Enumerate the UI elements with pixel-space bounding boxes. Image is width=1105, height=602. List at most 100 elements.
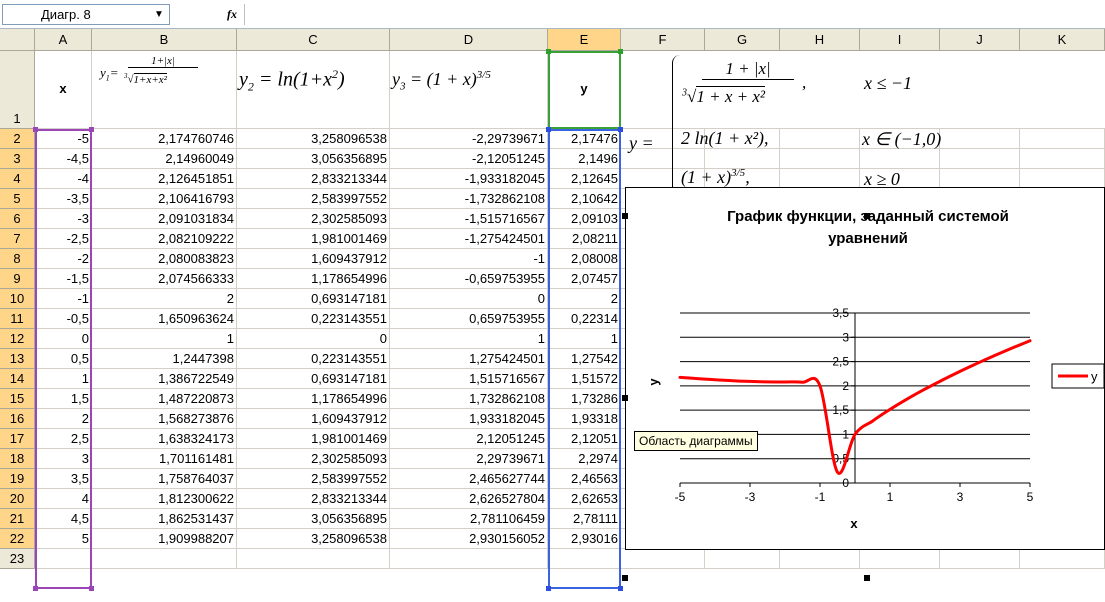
- cell-D23[interactable]: [390, 549, 548, 569]
- cell-D6[interactable]: -1,515716567: [390, 209, 548, 229]
- row-header-13[interactable]: 13: [0, 349, 35, 369]
- cell-C17[interactable]: 1,981001469: [237, 429, 390, 449]
- cell-C3[interactable]: 3,056356895: [237, 149, 390, 169]
- row-header-7[interactable]: 7: [0, 229, 35, 249]
- cell-B10[interactable]: 2: [92, 289, 237, 309]
- cell-A9[interactable]: -1,5: [35, 269, 92, 289]
- cell-D10[interactable]: 0: [390, 289, 548, 309]
- cell-A12[interactable]: 0: [35, 329, 92, 349]
- cell-E6[interactable]: 2,09103: [548, 209, 621, 229]
- cell-A4[interactable]: -4: [35, 169, 92, 189]
- cell-A14[interactable]: 1: [35, 369, 92, 389]
- row-header-6[interactable]: 6: [0, 209, 35, 229]
- cell-D12[interactable]: 1: [390, 329, 548, 349]
- select-all-corner[interactable]: [0, 29, 35, 51]
- cell-D11[interactable]: 0,659753955: [390, 309, 548, 329]
- cell-A15[interactable]: 1,5: [35, 389, 92, 409]
- cell-A13[interactable]: 0,5: [35, 349, 92, 369]
- row-header-1[interactable]: 1: [0, 51, 35, 129]
- chart-resize-handle[interactable]: [622, 575, 628, 581]
- cell-B1[interactable]: y1= 1+|x| 3√1+x+x²: [92, 51, 237, 129]
- cell-C15[interactable]: 1,178654996: [237, 389, 390, 409]
- cell-J1[interactable]: [940, 51, 1020, 129]
- cell-E13[interactable]: 1,27542: [548, 349, 621, 369]
- range-handle[interactable]: [33, 127, 38, 132]
- cell-C21[interactable]: 3,056356895: [237, 509, 390, 529]
- cell-D21[interactable]: 2,781106459: [390, 509, 548, 529]
- cell-C2[interactable]: 3,258096538: [237, 129, 390, 149]
- cell-D4[interactable]: -1,933182045: [390, 169, 548, 189]
- cell-E5[interactable]: 2,10642: [548, 189, 621, 209]
- column-header-E[interactable]: E: [548, 29, 621, 51]
- cell-D8[interactable]: -1: [390, 249, 548, 269]
- cell-C4[interactable]: 2,833213344: [237, 169, 390, 189]
- cell-D13[interactable]: 1,275424501: [390, 349, 548, 369]
- cell-G23[interactable]: [705, 549, 780, 569]
- cell-E10[interactable]: 2: [548, 289, 621, 309]
- cell-B9[interactable]: 2,074566333: [92, 269, 237, 289]
- cell-A5[interactable]: -3,5: [35, 189, 92, 209]
- row-header-23[interactable]: 23: [0, 549, 35, 569]
- cell-B11[interactable]: 1,650963624: [92, 309, 237, 329]
- cell-B3[interactable]: 2,14960049: [92, 149, 237, 169]
- row-header-8[interactable]: 8: [0, 249, 35, 269]
- cell-C10[interactable]: 0,693147181: [237, 289, 390, 309]
- row-header-2[interactable]: 2: [0, 129, 35, 149]
- column-header-B[interactable]: B: [92, 29, 237, 51]
- cell-E23[interactable]: [548, 549, 621, 569]
- cell-E7[interactable]: 2,08211: [548, 229, 621, 249]
- range-handle[interactable]: [546, 586, 551, 591]
- chevron-down-icon[interactable]: ▼: [150, 5, 168, 24]
- column-header-K[interactable]: K: [1020, 29, 1105, 51]
- cell-C12[interactable]: 0: [237, 329, 390, 349]
- cell-E8[interactable]: 2,08008: [548, 249, 621, 269]
- cell-K23[interactable]: [1020, 549, 1105, 569]
- cell-A2[interactable]: -5: [35, 129, 92, 149]
- row-header-9[interactable]: 9: [0, 269, 35, 289]
- cell-A21[interactable]: 4,5: [35, 509, 92, 529]
- cell-E17[interactable]: 2,12051: [548, 429, 621, 449]
- cell-D19[interactable]: 2,465627744: [390, 469, 548, 489]
- cell-D16[interactable]: 1,933182045: [390, 409, 548, 429]
- cell-B16[interactable]: 1,568273876: [92, 409, 237, 429]
- cell-I23[interactable]: [860, 549, 940, 569]
- cell-C1[interactable]: y2 = ln(1+x2): [237, 51, 390, 129]
- cell-B21[interactable]: 1,862531437: [92, 509, 237, 529]
- row-header-10[interactable]: 10: [0, 289, 35, 309]
- cell-E3[interactable]: 2,1496: [548, 149, 621, 169]
- cell-I3[interactable]: [860, 149, 940, 169]
- row-header-20[interactable]: 20: [0, 489, 35, 509]
- column-header-I[interactable]: I: [860, 29, 940, 51]
- cell-E18[interactable]: 2,2974: [548, 449, 621, 469]
- cell-B2[interactable]: 2,174760746: [92, 129, 237, 149]
- range-handle[interactable]: [618, 49, 623, 54]
- cell-C18[interactable]: 2,302585093: [237, 449, 390, 469]
- cell-E1[interactable]: y: [548, 51, 621, 129]
- cell-K2[interactable]: [1020, 129, 1105, 149]
- cell-A23[interactable]: [35, 549, 92, 569]
- row-header-15[interactable]: 15: [0, 389, 35, 409]
- column-header-D[interactable]: D: [390, 29, 548, 51]
- row-header-11[interactable]: 11: [0, 309, 35, 329]
- cell-C14[interactable]: 0,693147181: [237, 369, 390, 389]
- cell-D1[interactable]: y3 = (1 + x)3/5: [390, 51, 548, 129]
- cell-E12[interactable]: 1: [548, 329, 621, 349]
- cell-A6[interactable]: -3: [35, 209, 92, 229]
- cell-B20[interactable]: 1,812300622: [92, 489, 237, 509]
- cell-B23[interactable]: [92, 549, 237, 569]
- cell-D9[interactable]: -0,659753955: [390, 269, 548, 289]
- cell-F23[interactable]: [621, 549, 705, 569]
- row-header-3[interactable]: 3: [0, 149, 35, 169]
- cell-D20[interactable]: 2,626527804: [390, 489, 548, 509]
- formula-input[interactable]: [244, 4, 1102, 25]
- cell-A16[interactable]: 2: [35, 409, 92, 429]
- chart-resize-handle[interactable]: [864, 213, 870, 219]
- column-header-A[interactable]: A: [35, 29, 92, 51]
- cell-B6[interactable]: 2,091031834: [92, 209, 237, 229]
- cell-H3[interactable]: [780, 149, 860, 169]
- row-header-18[interactable]: 18: [0, 449, 35, 469]
- cell-A10[interactable]: -1: [35, 289, 92, 309]
- cell-C22[interactable]: 3,258096538: [237, 529, 390, 549]
- cell-C23[interactable]: [237, 549, 390, 569]
- cell-B17[interactable]: 1,638324173: [92, 429, 237, 449]
